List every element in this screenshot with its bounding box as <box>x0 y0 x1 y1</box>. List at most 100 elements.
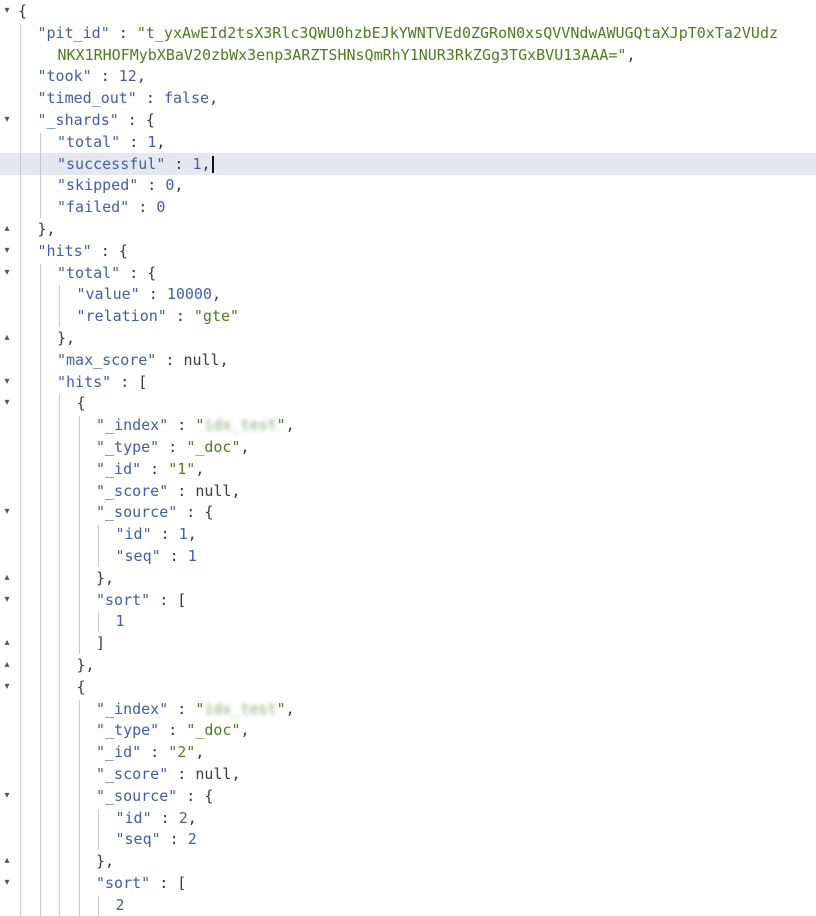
fold-collapse-icon[interactable]: ▾ <box>0 589 14 611</box>
fold-collapse-icon[interactable]: ▾ <box>0 785 14 807</box>
code-line[interactable]: "value" : 10000, <box>0 283 816 305</box>
code-line[interactable]: ▾{ <box>0 676 816 698</box>
fold-collapse-icon[interactable]: ▾ <box>0 109 14 131</box>
json-token: "_doc" <box>186 721 241 740</box>
json-key: "_score" <box>96 765 169 783</box>
code-line[interactable]: ▾{ <box>0 0 816 22</box>
json-token: : <box>168 699 196 718</box>
fold-collapse-icon[interactable]: ▾ <box>0 872 14 894</box>
code-text: ] <box>96 632 105 654</box>
fold-collapse-icon[interactable]: ▾ <box>0 0 14 22</box>
fold-expand-icon[interactable]: ▴ <box>0 218 14 240</box>
gutter-blank <box>0 523 14 545</box>
fold-collapse-icon[interactable]: ▾ <box>0 501 14 523</box>
gutter-blank <box>0 174 14 196</box>
code-line[interactable]: "total" : 1, <box>0 131 816 153</box>
code-line[interactable]: ▾ "total" : { <box>0 262 816 284</box>
code-line[interactable]: 1 <box>0 610 816 632</box>
gutter-blank <box>0 719 14 741</box>
json-token: false <box>163 89 210 108</box>
code-line[interactable]: ▾{ <box>0 392 816 414</box>
code-line[interactable]: "id" : 1, <box>0 523 816 545</box>
gutter-blank <box>0 196 14 218</box>
code-text: "sort" : [ <box>96 872 186 894</box>
code-line[interactable]: ▴}, <box>0 327 816 349</box>
code-line[interactable]: "_index" : "idx_test", <box>0 698 816 720</box>
code-line[interactable]: "_id" : "2", <box>0 741 816 763</box>
code-line[interactable]: "successful" : 1, <box>0 152 816 175</box>
code-line[interactable]: "failed" : 0 <box>0 196 816 218</box>
code-line[interactable]: ▴}, <box>0 654 816 676</box>
code-line[interactable]: "relation" : "gte" <box>0 305 816 327</box>
fold-expand-icon[interactable]: ▴ <box>0 632 14 654</box>
code-line[interactable]: "_score" : null, <box>0 480 816 502</box>
code-line[interactable]: ▾ "_shards" : { <box>0 109 816 131</box>
json-token: : <box>91 67 119 86</box>
code-text: 1 <box>116 610 125 632</box>
code-text: { <box>18 0 27 22</box>
code-line[interactable]: ▴}, <box>0 218 816 240</box>
fold-expand-icon[interactable]: ▴ <box>0 567 14 589</box>
code-line[interactable]: "_score" : null, <box>0 763 816 785</box>
json-token: 1 <box>147 132 157 151</box>
code-line[interactable]: "_type" : "_doc", <box>0 719 816 741</box>
code-line[interactable]: "id" : 2, <box>0 807 816 829</box>
code-text: "_score" : null, <box>96 480 241 502</box>
fold-expand-icon[interactable]: ▴ <box>0 850 14 872</box>
indent-guide <box>39 263 41 916</box>
fold-collapse-icon[interactable]: ▾ <box>0 371 14 393</box>
code-line[interactable]: ▴}, <box>0 850 816 872</box>
code-line[interactable]: "took" : 12, <box>0 65 816 87</box>
json-token: "t_yxAwEId2tsX3Rlc3QWU0hzbEJkYWNTVEd0ZGR… <box>136 23 779 42</box>
code-line[interactable]: "seq" : 1 <box>0 545 816 567</box>
json-token: , <box>285 416 295 435</box>
json-token: }, <box>57 329 76 347</box>
code-text: "id" : 1, <box>116 523 197 545</box>
code-text: }, <box>77 654 95 676</box>
code-text: "timed_out" : false, <box>38 87 219 109</box>
gutter-blank <box>0 131 14 153</box>
json-key: "_type" <box>96 721 160 740</box>
code-line[interactable]: ▴] <box>0 632 816 654</box>
code-line[interactable]: ▾ "hits" : [ <box>0 371 816 393</box>
json-key: "total" <box>57 132 121 151</box>
code-line[interactable]: 2 <box>0 894 816 916</box>
fold-collapse-icon[interactable]: ▾ <box>0 240 14 262</box>
code-line[interactable]: ▾ "_source" : { <box>0 785 816 807</box>
code-line[interactable]: ▾ "hits" : { <box>0 240 816 262</box>
code-text: "_index" : "idx_test", <box>96 414 295 436</box>
json-key: "sort" <box>96 590 151 609</box>
code-text: "_type" : "_doc", <box>96 436 250 458</box>
gutter-blank <box>0 22 14 44</box>
code-line[interactable]: ▾ "sort" : [ <box>0 589 816 611</box>
fold-collapse-icon[interactable]: ▾ <box>0 392 14 414</box>
json-token: 1 <box>187 547 197 565</box>
code-line[interactable]: "_index" : "idx_test", <box>0 414 816 436</box>
json-token: , <box>187 808 197 827</box>
code-line[interactable]: "timed_out" : false, <box>0 87 816 109</box>
code-line[interactable]: NKX1RHOFMybXBaV20zbWx3enp3ARZTSHNsQmRhY1… <box>0 44 816 66</box>
code-line[interactable]: "skipped" : 0, <box>0 174 816 196</box>
indent-guide <box>39 132 41 218</box>
json-token: : <box>129 198 157 217</box>
code-line[interactable]: "pit_id" : "t_yxAwEId2tsX3Rlc3QWU0hzbEJk… <box>0 22 816 44</box>
code-text: "_id" : "2", <box>96 741 204 763</box>
code-text: "sort" : [ <box>96 589 186 611</box>
fold-collapse-icon[interactable]: ▾ <box>0 262 14 284</box>
fold-expand-icon[interactable]: ▴ <box>0 327 14 349</box>
json-key: "failed" <box>57 198 130 217</box>
code-line[interactable]: "seq" : 2 <box>0 828 816 850</box>
json-response-editor[interactable]: ▾{"pit_id" : "t_yxAwEId2tsX3Rlc3QWU0hzbE… <box>0 0 816 916</box>
code-line[interactable]: ▴}, <box>0 567 816 589</box>
code-text: "skipped" : 0, <box>57 174 183 196</box>
fold-expand-icon[interactable]: ▴ <box>0 654 14 676</box>
code-line[interactable]: ▾ "sort" : [ <box>0 872 816 894</box>
code-line[interactable]: ▾ "_source" : { <box>0 501 816 523</box>
code-line[interactable]: "_type" : "_doc", <box>0 436 816 458</box>
json-token: : <box>141 743 169 762</box>
code-line[interactable]: "_id" : "1", <box>0 458 816 480</box>
gutter-blank <box>0 545 14 567</box>
json-token: 0 <box>156 198 166 217</box>
code-line[interactable]: "max_score" : null, <box>0 349 816 371</box>
fold-collapse-icon[interactable]: ▾ <box>0 676 14 698</box>
